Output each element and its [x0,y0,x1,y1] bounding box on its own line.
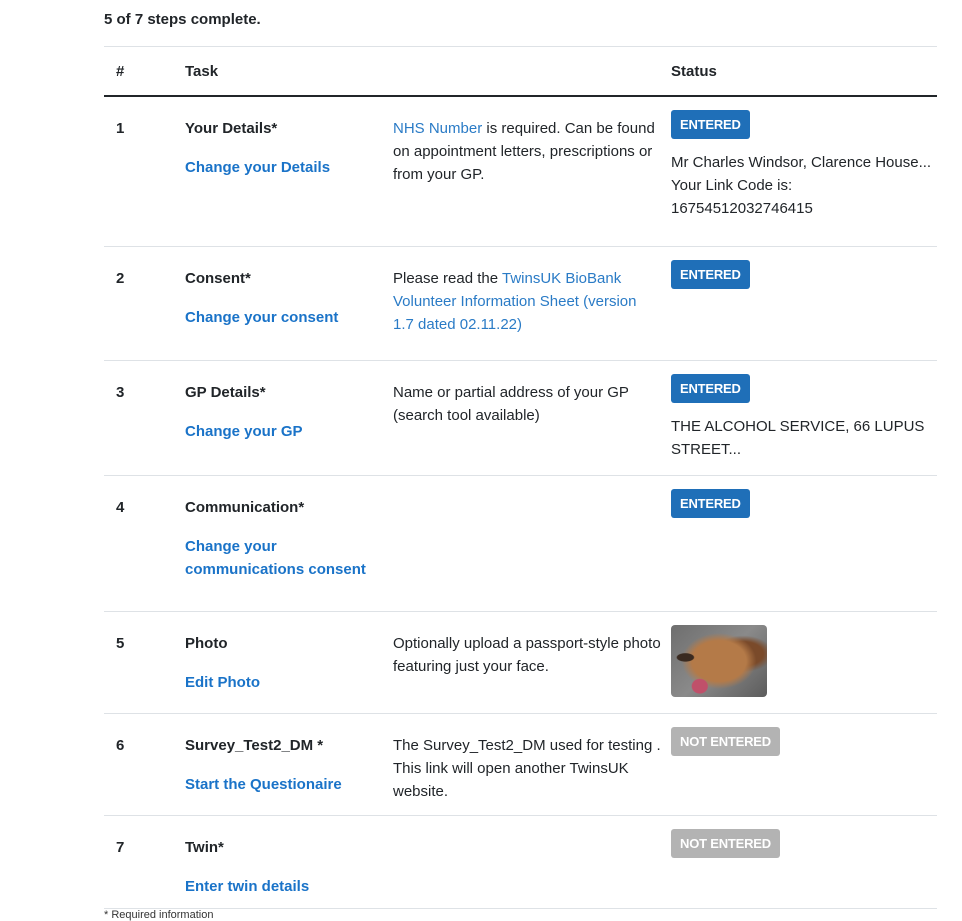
status-badge: ENTERED [671,110,750,139]
status-badge: ENTERED [671,260,750,289]
table-row: 7 Twin* Enter twin details NOT ENTERED [104,815,937,909]
step-number: 3 [104,360,185,476]
description-text: Name or partial address of your GP (sear… [393,384,629,424]
uploaded-photo [671,625,767,697]
header-task: Task [185,47,393,97]
task-description: NHS Number is required. Can be found on … [393,96,671,247]
status-badge: ENTERED [671,489,750,518]
task-description [393,475,671,612]
description-text: Please read the [393,270,502,287]
task-title: Communication* [185,499,305,516]
task-description: Please read the TwinsUK BioBank Voluntee… [393,246,671,361]
nhs-number-link[interactable]: NHS Number [393,120,482,137]
task-title: GP Details* [185,384,266,401]
status-cell: ENTERED [671,246,937,361]
table-row: 4 Communication* Change your communication… [104,475,937,612]
task-cell: Consent* Change your consent [185,246,393,361]
status-info: THE ALCOHOL SERVICE, 66 LUPUS STREET... [671,415,937,461]
task-description: Name or partial address of your GP (sear… [393,360,671,476]
task-cell: Your Details* Change your Details [185,96,393,247]
task-description: Optionally upload a passport-style photo… [393,611,671,714]
task-cell: Twin* Enter twin details [185,815,393,909]
status-badge: NOT ENTERED [671,727,780,756]
task-cell: Photo Edit Photo [185,611,393,714]
step-number: 7 [104,815,185,909]
task-title: Your Details* [185,120,278,137]
steps-panel: 5 of 7 steps complete. # Task Status 1 Yo… [104,0,937,909]
task-action-link[interactable]: Enter twin details [185,875,393,898]
task-action-link[interactable]: Change your consent [185,306,393,329]
task-title: Survey_Test2_DM * [185,737,324,754]
status-badge: NOT ENTERED [671,829,780,858]
description-text: The Survey_Test2_DM used for testing . T… [393,737,661,800]
task-title: Twin* [185,839,224,856]
status-info-line: Mr Charles Windsor, Clarence House... [671,154,932,171]
task-title: Photo [185,635,228,652]
table-row: 6 Survey_Test2_DM * Start the Questionaire… [104,713,937,816]
status-info-line: THE ALCOHOL SERVICE, 66 LUPUS STREET... [671,418,925,458]
task-title: Consent* [185,270,251,287]
status-cell: NOT ENTERED [671,713,937,816]
task-action-link[interactable]: Change your communications consent [185,535,375,581]
task-action-link[interactable]: Change your Details [185,156,393,179]
header-description [393,47,671,97]
status-info: Mr Charles Windsor, Clarence House... You… [671,151,937,220]
status-cell [671,611,937,714]
task-description: The Survey_Test2_DM used for testing . T… [393,713,671,816]
status-cell: ENTERED Mr Charles Windsor, Clarence Hous… [671,96,937,247]
header-status: Status [671,47,937,97]
task-action-link[interactable]: Change your GP [185,420,393,443]
task-action-link[interactable]: Start the Questionaire [185,773,393,796]
status-badge: ENTERED [671,374,750,403]
task-cell: GP Details* Change your GP [185,360,393,476]
progress-summary: 5 of 7 steps complete. [104,0,937,47]
table-row: 3 GP Details* Change your GP Name or partia… [104,360,937,476]
task-cell: Survey_Test2_DM * Start the Questionaire [185,713,393,816]
required-footnote: * Required information [104,909,214,921]
table-row: 5 Photo Edit Photo Optionally upload a pass… [104,611,937,714]
table-header-row: # Task Status [104,47,937,97]
status-cell: ENTERED [671,475,937,612]
table-row: 1 Your Details* Change your Details NHS Num… [104,96,937,247]
steps-table: # Task Status 1 Your Details* Change your … [104,47,937,909]
task-description [393,815,671,909]
description-text: Optionally upload a passport-style photo… [393,635,661,675]
step-number: 4 [104,475,185,612]
task-action-link[interactable]: Edit Photo [185,671,393,694]
header-number: # [104,47,185,97]
table-row: 2 Consent* Change your consent Please read … [104,246,937,361]
status-info-line: 16754512032746415 [671,200,813,217]
status-cell: NOT ENTERED [671,815,937,909]
status-cell: ENTERED THE ALCOHOL SERVICE, 66 LUPUS STR… [671,360,937,476]
step-number: 6 [104,713,185,816]
step-number: 5 [104,611,185,714]
step-number: 1 [104,96,185,247]
status-info-line: Your Link Code is: [671,177,793,194]
step-number: 2 [104,246,185,361]
task-cell: Communication* Change your communications… [185,475,393,612]
